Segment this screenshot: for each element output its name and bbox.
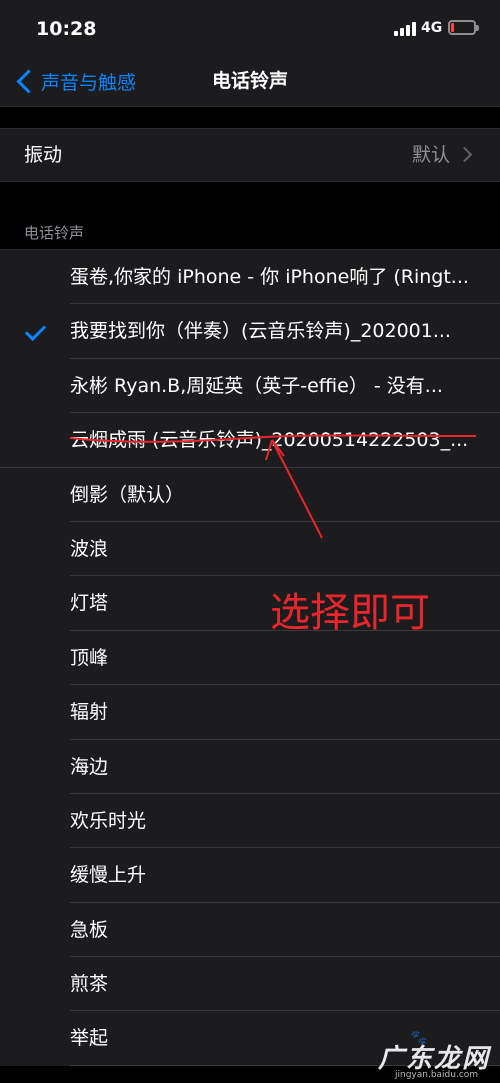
vibration-value: 默认 <box>411 144 450 166</box>
ringtone-section-header: 电话铃声 <box>24 224 85 242</box>
watermark-url: jingyan.baidu.com <box>395 1070 479 1080</box>
back-button[interactable]: 声音与触感 <box>14 56 136 106</box>
ringtone-label: 海边 <box>70 755 109 778</box>
battery-level <box>451 23 454 32</box>
ringtone-label: 蛋卷,你家的 iPhone - 你 iPhone响了 (Ringt... <box>70 266 469 288</box>
ringtone-item[interactable]: 我要找到你（伴奏）(云音乐铃声)_202001... <box>0 304 500 360</box>
ringtone-label: 急板 <box>70 918 109 941</box>
ringtone-item[interactable]: 海边 <box>0 740 500 795</box>
ringtone-item[interactable]: 煎茶 <box>0 957 500 1012</box>
ringtone-label: 灯塔 <box>70 592 109 615</box>
ringtone-item[interactable]: 波浪 <box>0 522 500 577</box>
ringtone-item[interactable]: 辐射 <box>0 685 500 740</box>
ringtone-label: 缓慢上升 <box>70 864 147 887</box>
ringtone-item[interactable]: 蛋卷,你家的 iPhone - 你 iPhone响了 (Ringt... <box>0 250 500 305</box>
ringtone-label: 欢乐时光 <box>70 809 147 832</box>
chevron-right-icon <box>456 146 473 163</box>
phone-screen: 10:28 4G 声音与触感 电话铃声 振动 默认 电话铃声 蛋卷,你家的 iP… <box>0 0 500 1083</box>
ringtone-label: 云烟成雨 (云音乐铃声)_20200514222503_... <box>70 429 469 452</box>
checkmark-icon <box>24 320 47 342</box>
ringtone-label: 我要找到你（伴奏）(云音乐铃声)_202001... <box>70 320 451 343</box>
ringtone-item[interactable]: 永彬 Ryan.B,周延英（英子-effie） - 没有... <box>0 359 500 414</box>
network-type: 4G <box>421 20 443 36</box>
battery-icon <box>448 20 479 35</box>
navigation-bar: 声音与触感 电话铃声 <box>0 56 500 107</box>
chevron-left-icon <box>16 68 41 94</box>
ringtone-item[interactable]: 缓慢上升 <box>0 848 500 904</box>
ringtone-list: 蛋卷,你家的 iPhone - 你 iPhone响了 (Ringt... 我要找到… <box>0 249 500 1067</box>
ringtone-label: 煎茶 <box>70 973 109 996</box>
ringtone-label: 波浪 <box>70 537 109 560</box>
vibration-row[interactable]: 振动 默认 <box>0 128 500 182</box>
vibration-label: 振动 <box>24 144 63 166</box>
ringtone-item[interactable]: 欢乐时光 <box>0 794 500 849</box>
status-time: 10:28 <box>36 18 97 40</box>
ringtone-label: 倒影（默认） <box>70 483 185 506</box>
ringtone-label: 辐射 <box>70 701 109 724</box>
status-bar: 10:28 4G <box>0 0 500 56</box>
ringtone-item[interactable]: 云烟成雨 (云音乐铃声)_20200514222503_... <box>0 413 500 468</box>
ringtone-item[interactable]: 倒影（默认） <box>0 468 500 523</box>
cellular-signal-icon <box>394 22 416 36</box>
ringtone-label: 永彬 Ryan.B,周延英（英子-effie） - 没有... <box>70 374 443 397</box>
ringtone-item[interactable]: 顶峰 <box>0 631 500 686</box>
ringtone-label: 顶峰 <box>70 646 109 669</box>
ringtone-item[interactable]: 灯塔 <box>0 576 500 632</box>
back-button-label: 声音与触感 <box>41 71 137 94</box>
ringtone-item[interactable]: 急板 <box>0 903 500 958</box>
